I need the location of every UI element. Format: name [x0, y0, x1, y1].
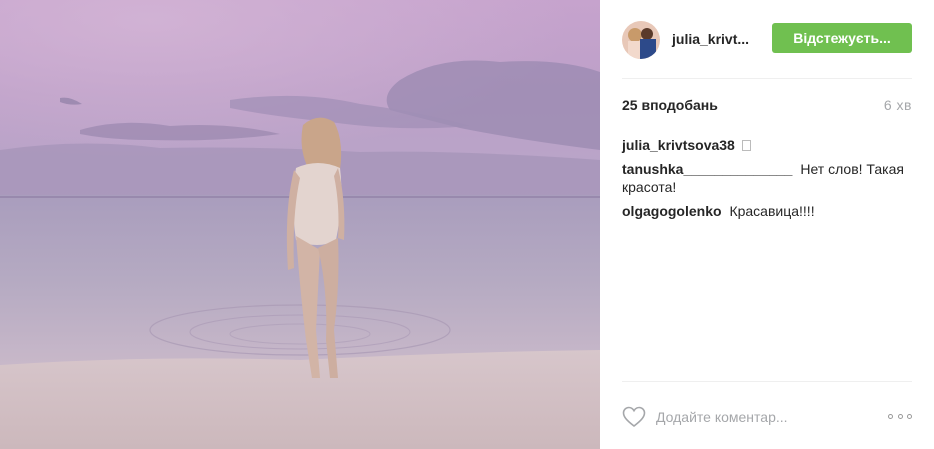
- avatar[interactable]: [622, 21, 660, 59]
- caption: julia_krivtsova38: [622, 136, 912, 154]
- post-author-username[interactable]: julia_krivt...: [672, 31, 749, 47]
- avatar-image: [622, 21, 660, 59]
- post-footer: [622, 381, 912, 449]
- comment-author[interactable]: julia_krivtsova38: [622, 137, 735, 153]
- comment-item: olgagogolenko Красавица!!!!: [622, 202, 912, 220]
- comment-author[interactable]: olgagogolenko: [622, 203, 722, 219]
- comment-text: Красавица!!!!: [729, 203, 815, 219]
- emoji-placeholder-icon: [741, 140, 751, 151]
- heart-icon[interactable]: [622, 406, 646, 428]
- post-side-panel: julia_krivt... Відстежуєть... 25 вподоба…: [600, 0, 934, 449]
- likes-count[interactable]: 25 вподобань: [622, 97, 718, 117]
- comment-author[interactable]: tanushka______________: [622, 161, 792, 177]
- dot: [907, 414, 912, 419]
- post-timestamp[interactable]: 6 хв: [884, 97, 912, 117]
- comment-item: tanushka______________ Нет слов! Такая к…: [622, 160, 912, 196]
- follow-button[interactable]: Відстежуєть...: [772, 23, 912, 53]
- dot: [897, 414, 903, 419]
- dot: [888, 414, 893, 419]
- post-stats: 25 вподобань 6 хв: [622, 97, 912, 117]
- instagram-post: julia_krivt... Відстежуєть... 25 вподоба…: [0, 0, 934, 449]
- comments-list: julia_krivtsova38 tanushka______________…: [622, 136, 912, 226]
- post-photo[interactable]: [0, 0, 600, 449]
- beach-photo: [0, 0, 600, 449]
- post-header: julia_krivt... Відстежуєть...: [622, 0, 912, 79]
- more-options-icon[interactable]: [888, 414, 912, 422]
- comment-input[interactable]: [656, 406, 866, 428]
